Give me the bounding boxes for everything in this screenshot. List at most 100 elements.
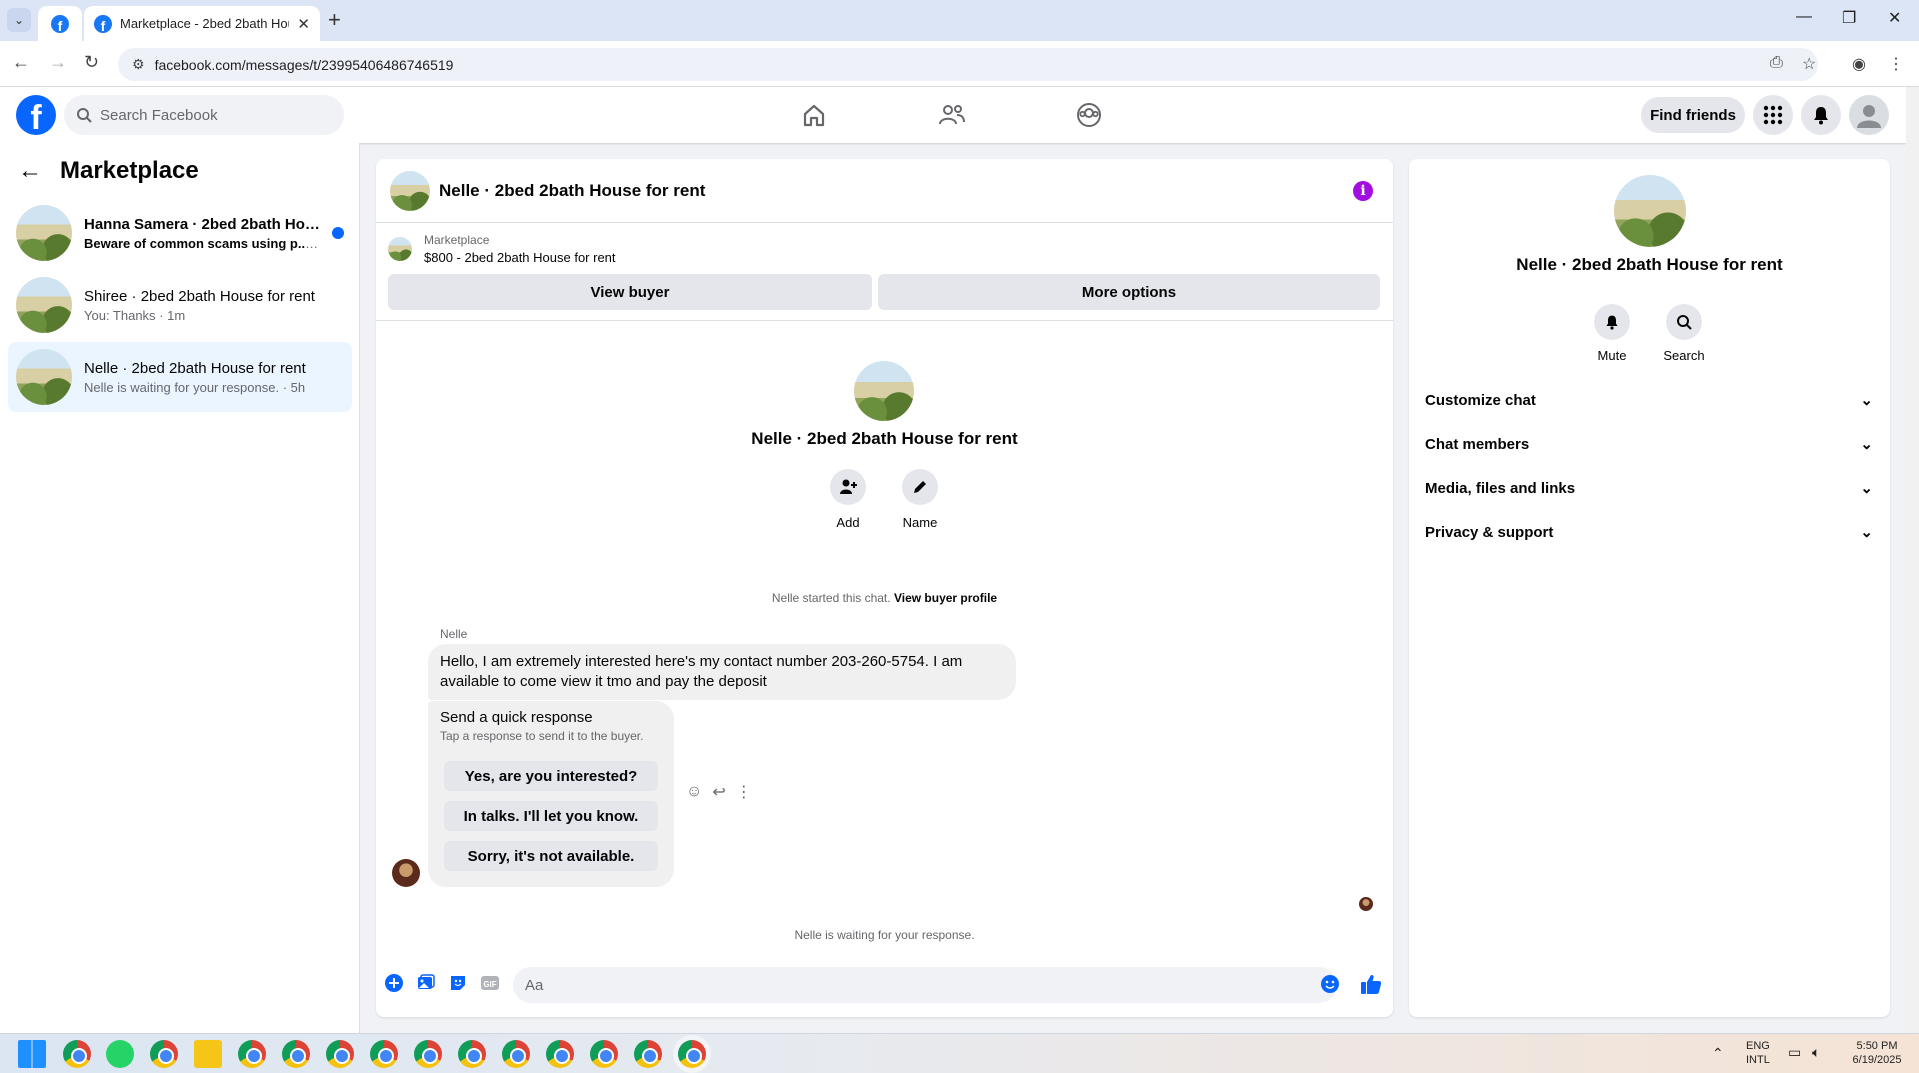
reply-icon[interactable]: ↩ xyxy=(712,782,725,802)
chevron-down-icon: ⌄ xyxy=(1860,480,1873,497)
chrome-app-icon[interactable] xyxy=(634,1040,662,1068)
find-friends-button[interactable]: Find friends xyxy=(1641,97,1745,133)
customize-chat-section[interactable]: Customize chat ⌄ xyxy=(1425,382,1873,418)
mute-action[interactable]: Mute xyxy=(1582,304,1642,363)
chrome-app-icon[interactable] xyxy=(458,1040,486,1068)
more-options-button[interactable]: More options xyxy=(878,274,1380,310)
sender-avatar[interactable] xyxy=(392,859,420,887)
reload-button[interactable]: ↻ xyxy=(84,52,99,73)
bookmark-star-icon[interactable]: ☆ xyxy=(1802,54,1816,74)
quick-response-card: Send a quick response Tap a response to … xyxy=(428,701,674,887)
like-thumb-icon[interactable] xyxy=(1359,972,1383,996)
quick-response-button[interactable]: Yes, are you interested? xyxy=(444,761,658,791)
chrome-app-icon[interactable] xyxy=(502,1040,530,1068)
facebook-favicon-icon: f xyxy=(94,14,112,33)
minimize-button[interactable]: — xyxy=(1796,8,1812,26)
chrome-app-icon[interactable] xyxy=(546,1040,574,1068)
address-bar[interactable]: ⚙ facebook.com/messages/t/23995406486746… xyxy=(118,48,1818,81)
mute-bell-icon[interactable] xyxy=(1594,304,1630,340)
pencil-icon[interactable] xyxy=(902,469,938,505)
listing-source: Marketplace xyxy=(424,233,490,247)
show-hidden-icons-chevron[interactable]: ⌃ xyxy=(1712,1046,1724,1060)
add-people-action[interactable]: Add xyxy=(818,469,878,530)
message-input[interactable]: Aa xyxy=(513,967,1337,1003)
chat-title[interactable]: Nelle · 2bed 2bath House for rent xyxy=(439,181,705,201)
search-in-chat-action[interactable]: Search xyxy=(1654,304,1714,363)
tab-marketplace[interactable]: f Marketplace - 2bed 2bath Hou ✕ xyxy=(84,6,320,41)
file-explorer-icon[interactable] xyxy=(194,1040,222,1068)
add-person-icon[interactable] xyxy=(830,469,866,505)
chrome-app-icon[interactable] xyxy=(590,1040,618,1068)
chat-avatar[interactable] xyxy=(390,170,430,211)
listing-title: $800 - 2bed 2bath House for rent xyxy=(424,250,616,265)
forward-button[interactable]: → xyxy=(49,52,67,73)
whatsapp-icon[interactable] xyxy=(106,1040,134,1068)
facebook-logo-icon[interactable]: f xyxy=(16,95,56,135)
chrome-app-icon[interactable] xyxy=(63,1040,91,1068)
search-icon[interactable] xyxy=(1666,304,1702,340)
listing-summary[interactable]: Marketplace $800 - 2bed 2bath House for … xyxy=(388,233,616,265)
conversation-time: 5h xyxy=(290,379,306,395)
chrome-app-icon-active[interactable] xyxy=(678,1040,706,1068)
groups-nav-icon[interactable] xyxy=(1075,101,1103,129)
view-buyer-profile-link[interactable]: View buyer profile xyxy=(894,591,997,605)
install-app-icon[interactable]: ⎙ xyxy=(1770,54,1783,72)
more-icon[interactable]: ⋮ xyxy=(736,782,752,802)
account-avatar[interactable] xyxy=(1849,95,1889,135)
quick-response-button[interactable]: In talks. I'll let you know. xyxy=(444,801,658,831)
section-label: Chat members xyxy=(1425,435,1530,453)
attach-photo-icon[interactable] xyxy=(416,973,436,993)
emoji-icon[interactable] xyxy=(1320,974,1340,994)
chrome-app-icon[interactable] xyxy=(150,1040,178,1068)
chrome-app-icon[interactable] xyxy=(282,1040,310,1068)
view-buyer-button[interactable]: View buyer xyxy=(388,274,872,310)
sticker-icon[interactable] xyxy=(448,973,468,993)
plus-actions-icon[interactable] xyxy=(384,973,404,993)
tab-search-dropdown[interactable]: ⌄ xyxy=(7,8,31,32)
conversation-item-hanna[interactable]: Hanna Samera · 2bed 2bath Hou... Beware … xyxy=(8,198,352,268)
conversation-item-nelle[interactable]: Nelle · 2bed 2bath House for rent Nelle … xyxy=(8,342,352,412)
listing-thumbnail xyxy=(16,277,72,333)
windows-start-icon[interactable] xyxy=(18,1040,46,1068)
profile-icon[interactable]: ◉ xyxy=(1852,54,1866,74)
message-bubble[interactable]: Hello, I am extremely interested here's … xyxy=(428,644,1016,700)
conversation-info-icon[interactable]: i xyxy=(1353,181,1373,201)
restore-button[interactable]: ❐ xyxy=(1842,8,1856,28)
home-nav-icon[interactable] xyxy=(800,101,828,129)
back-arrow-icon[interactable]: ← xyxy=(18,157,42,185)
details-title: Nelle · 2bed 2bath House for rent xyxy=(1516,255,1783,274)
chrome-app-icon[interactable] xyxy=(414,1040,442,1068)
name-label: Name xyxy=(902,515,938,530)
conversation-item-shiree[interactable]: Shiree · 2bed 2bath House for rent You: … xyxy=(8,270,352,340)
page-scrollbar[interactable] xyxy=(1906,87,1919,1033)
friends-nav-icon[interactable] xyxy=(938,101,966,129)
site-info-icon[interactable]: ⚙ xyxy=(132,56,145,73)
react-smiley-icon[interactable]: ☺ xyxy=(686,783,702,801)
chrome-app-icon[interactable] xyxy=(238,1040,266,1068)
facebook-search-input[interactable]: Search Facebook xyxy=(64,95,344,135)
privacy-support-section[interactable]: Privacy & support ⌄ xyxy=(1425,514,1873,550)
volume-icon[interactable]: 🔈︎ xyxy=(1812,1045,1820,1059)
conversation-snippet: Nelle is waiting for your response. xyxy=(84,379,280,395)
pinned-tab-facebook[interactable]: f xyxy=(38,6,82,41)
media-files-links-section[interactable]: Media, files and links ⌄ xyxy=(1425,470,1873,506)
back-button[interactable]: ← xyxy=(12,52,30,73)
browser-menu-icon[interactable]: ⋮ xyxy=(1888,54,1904,74)
new-tab-button[interactable]: + xyxy=(328,8,341,32)
network-icon[interactable]: ▭ xyxy=(1788,1045,1801,1059)
gif-icon[interactable]: GIF xyxy=(480,973,500,993)
notifications-bell-icon[interactable] xyxy=(1801,95,1841,135)
menu-grid-icon[interactable] xyxy=(1753,95,1793,135)
chevron-down-icon: ⌄ xyxy=(1860,392,1873,409)
quick-response-subtitle: Tap a response to send it to the buyer. xyxy=(440,729,644,743)
quick-response-button[interactable]: Sorry, it's not available. xyxy=(444,841,658,871)
close-window-button[interactable]: ✕ xyxy=(1888,8,1901,28)
name-chat-action[interactable]: Name xyxy=(890,469,950,530)
chrome-app-icon[interactable] xyxy=(326,1040,354,1068)
language-indicator[interactable]: ENG INTL xyxy=(1746,1039,1770,1067)
clock[interactable]: 5:50 PM 6/19/2025 xyxy=(1846,1039,1908,1067)
search-placeholder: Search Facebook xyxy=(100,106,218,124)
chrome-app-icon[interactable] xyxy=(370,1040,398,1068)
chat-members-section[interactable]: Chat members ⌄ xyxy=(1425,426,1873,462)
tab-close-icon[interactable]: ✕ xyxy=(297,15,310,33)
